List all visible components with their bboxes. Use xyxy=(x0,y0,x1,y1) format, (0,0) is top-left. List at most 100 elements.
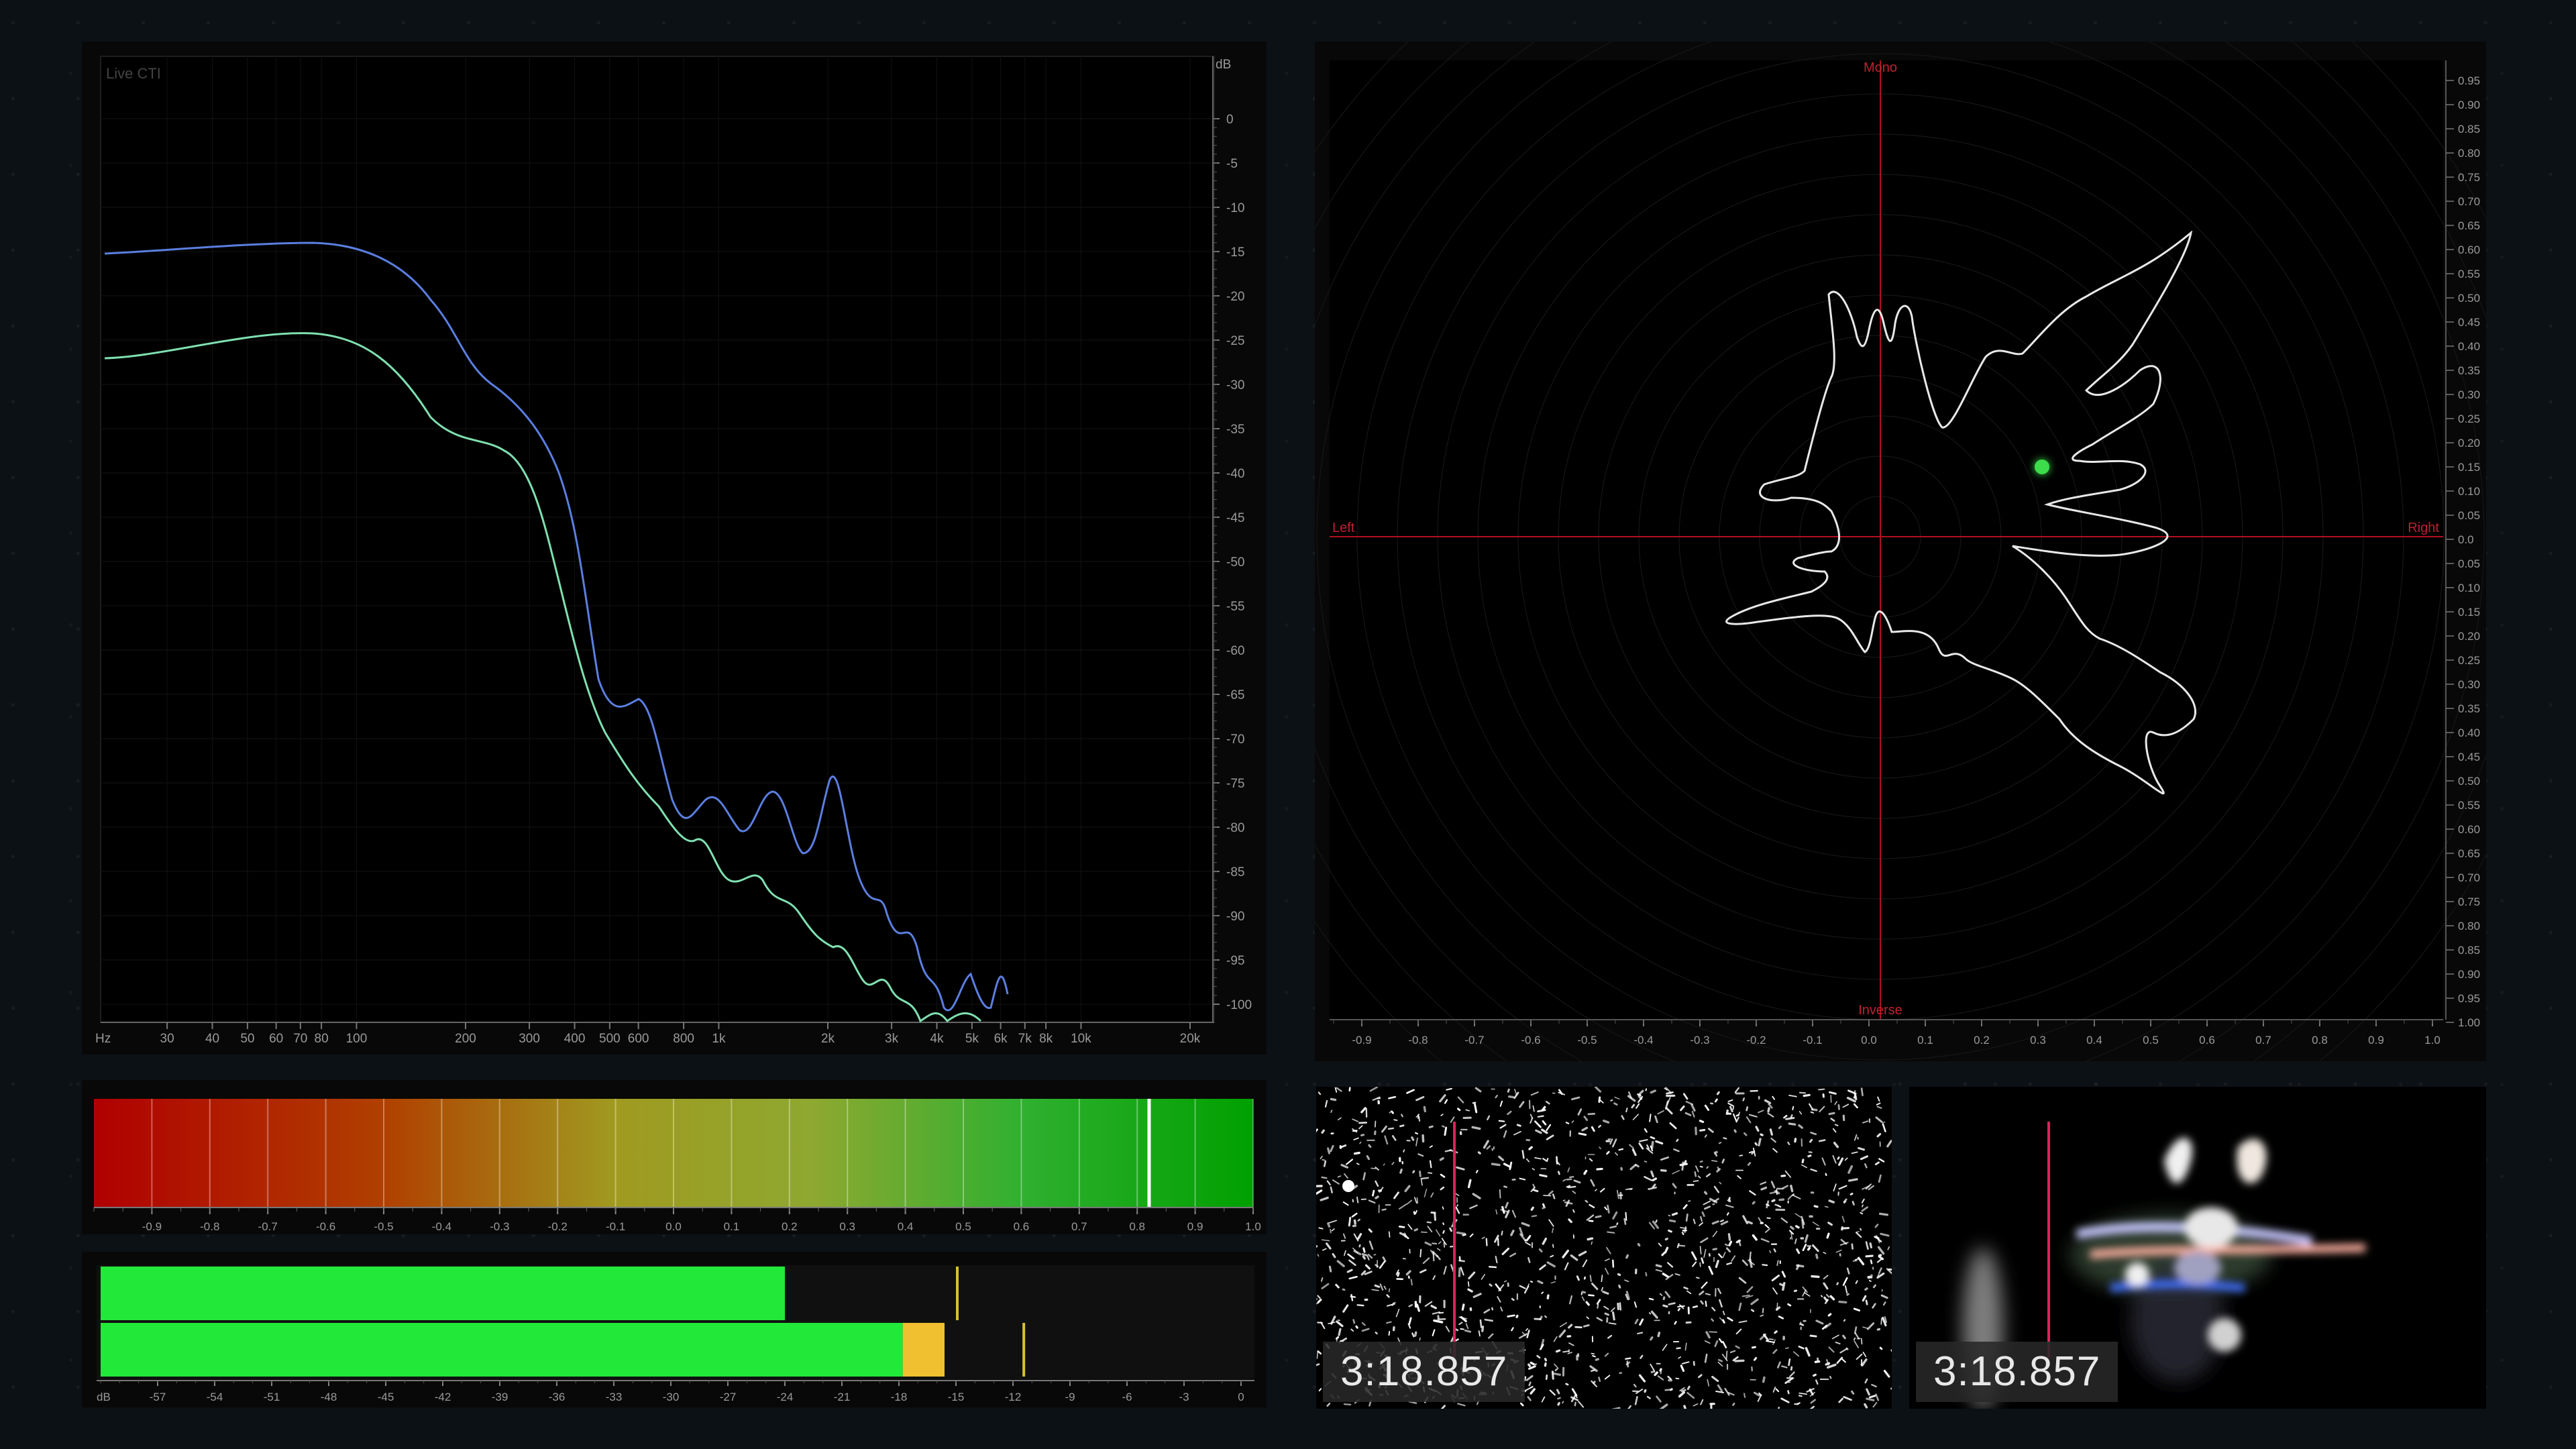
vectorscope-y-tick: 0.70 xyxy=(2458,195,2480,208)
correlation-tick: 1.0 xyxy=(1245,1220,1261,1233)
vectorscope-y-tick: 0.45 xyxy=(2458,316,2480,329)
spectrum-y-tick: -85 xyxy=(1226,865,1244,879)
spectrum-y-tick: -80 xyxy=(1226,821,1244,835)
level-meter-tick: -39 xyxy=(492,1391,508,1403)
spectrum-y-tick: -35 xyxy=(1226,423,1244,437)
spectrum-x-tick: 40 xyxy=(205,1032,219,1046)
level-meter-panel: -57 -54 -51 -48 -45 -42 -39 -36 -33 -30 -27 -24 -21-… xyxy=(82,1252,1267,1407)
correlation-tick: -0.9 xyxy=(142,1220,162,1233)
vectorscope-panel: -0.9 -0.8 -0.7 -0.6 -0.5 -0.4 -0.3 -0.2 -0.1 0.0 0… xyxy=(1315,42,2486,1061)
spectrum-y-tick: -15 xyxy=(1226,246,1244,260)
spectrum-x-tick: 50 xyxy=(240,1032,254,1046)
spectrum-y-tick: 0 xyxy=(1226,113,1234,127)
correlation-tick: 0.6 xyxy=(1014,1220,1030,1233)
vectorscope-y-tick: 0.20 xyxy=(2458,630,2480,643)
vectorscope-label-mono: Mono xyxy=(1864,60,1897,75)
level-meter-tick: -45 xyxy=(378,1391,394,1403)
spectrum-y-tick: -60 xyxy=(1226,644,1244,658)
vectorscope-y-tick: 0.50 xyxy=(2458,292,2480,305)
spectrum-y-tick: -100 xyxy=(1226,998,1252,1012)
vectorscope-y-tick: 0.35 xyxy=(2458,702,2480,715)
vectorscope-y-tick: 0.65 xyxy=(2458,219,2480,232)
vectorscope-y-tick: 0.90 xyxy=(2458,968,2480,981)
spectrum-x-tick: 600 xyxy=(628,1032,649,1046)
vectorscope-y-tick: 0.75 xyxy=(2458,896,2480,908)
vectorscope-label-left: Left xyxy=(1332,521,1355,535)
level-bar-channel-2 xyxy=(101,1323,903,1377)
vectorscope-y-tick: 0.15 xyxy=(2458,606,2480,619)
spectrum-x-tick: 500 xyxy=(599,1032,621,1046)
vectorscope: -0.9 -0.8 -0.7 -0.6 -0.5 -0.4 -0.3 -0.2 -0.1 0.0 0… xyxy=(1315,42,2486,1061)
correlation-meter: -0.9 -0.8 -0.7 -0.6 -0.5 -0.4 -0.3 -0.2 -0.1 0.0 0… xyxy=(82,1080,1267,1234)
level-meter-tick: -3 xyxy=(1179,1391,1189,1403)
level-meter-tick: -42 xyxy=(435,1391,451,1403)
correlation-tick: -0.7 xyxy=(258,1220,278,1233)
vectorscope-x-tick: 0.0 xyxy=(1861,1034,1877,1046)
spectrum-x-tick: 1k xyxy=(712,1032,726,1046)
correlation-tick: -0.8 xyxy=(200,1220,219,1233)
vectorscope-y-tick: 0.85 xyxy=(2458,944,2480,957)
correlation-tick: 0.5 xyxy=(955,1220,971,1233)
spectrum-title: Live CTI xyxy=(106,65,161,82)
spectrum-x-tick: 6k xyxy=(994,1032,1008,1046)
spectrum-x-tick: 3k xyxy=(885,1032,899,1046)
vectorscope-x-tick: 0.8 xyxy=(2312,1034,2328,1046)
vectorscope-y-tick: 0.55 xyxy=(2458,268,2480,280)
vectorscope-y-tick: 0.35 xyxy=(2458,364,2480,377)
spectrum-x-tick: 100 xyxy=(346,1032,368,1046)
level-meter-tick: -27 xyxy=(720,1391,737,1403)
vectorscope-y-tick: 0.30 xyxy=(2458,678,2480,691)
timecode-left: 3:18.857 xyxy=(1323,1342,1525,1402)
vectorscope-x-tick: 0.6 xyxy=(2199,1034,2215,1046)
video-preview-right: 3:18.857 xyxy=(1909,1087,2486,1409)
vectorscope-y-tick: 0.05 xyxy=(2458,557,2480,570)
spectrum-y-tick: -45 xyxy=(1226,511,1244,525)
spectrum-x-tick: 20k xyxy=(1180,1032,1201,1046)
spectrum-x-tick: 5k xyxy=(965,1032,979,1046)
spectrum-y-tick: -20 xyxy=(1226,290,1244,304)
spectrum-x-tick: 7k xyxy=(1018,1032,1032,1046)
correlation-tick: 0.2 xyxy=(782,1220,798,1233)
spectrum-x-tick: 200 xyxy=(455,1032,476,1046)
correlation-tick: -0.4 xyxy=(432,1220,451,1233)
correlation-marker xyxy=(1147,1099,1151,1208)
correlation-tick: 0.1 xyxy=(724,1220,740,1233)
vectorscope-x-tick: -0.6 xyxy=(1521,1034,1540,1046)
spectrum-y-tick: -50 xyxy=(1226,555,1244,570)
vectorscope-y-tick: 0.95 xyxy=(2458,992,2480,1005)
level-bar-channel-1 xyxy=(101,1267,785,1320)
vectorscope-x-tick: -0.4 xyxy=(1633,1034,1653,1046)
vectorscope-y-tick: 0.10 xyxy=(2458,485,2480,498)
video-preview-left: 3:18.857 xyxy=(1316,1087,1892,1409)
spectrum-y-tick: -25 xyxy=(1226,334,1244,348)
vectorscope-x-tick: 0.7 xyxy=(2255,1034,2271,1046)
vectorscope-y-tick: 1.00 xyxy=(2458,1016,2480,1029)
spectrum-x-tick: 60 xyxy=(269,1032,283,1046)
spectrum-y-tick: -95 xyxy=(1226,954,1244,968)
correlation-tick: -0.6 xyxy=(316,1220,335,1233)
vectorscope-y-tick: 0.30 xyxy=(2458,388,2480,401)
vectorscope-x-tick: -0.1 xyxy=(1803,1034,1822,1046)
correlation-tick: 0.0 xyxy=(665,1220,682,1233)
vectorscope-x-tick: 0.5 xyxy=(2143,1034,2159,1046)
level-meter: -57 -54 -51 -48 -45 -42 -39 -36 -33 -30 -27 -24 -21-… xyxy=(82,1252,1267,1407)
vectorscope-y-tick: 0.25 xyxy=(2458,413,2480,425)
correlation-tick: 0.7 xyxy=(1071,1220,1087,1233)
vectorscope-y-tick: 0.0 xyxy=(2458,533,2474,546)
vectorscope-y-tick: 0.65 xyxy=(2458,847,2480,860)
playhead-left xyxy=(1453,1122,1456,1358)
correlation-meter-panel: -0.9 -0.8 -0.7 -0.6 -0.5 -0.4 -0.3 -0.2 -0.1 0.0 0… xyxy=(82,1080,1267,1234)
vectorscope-y-tick: 0.90 xyxy=(2458,99,2480,111)
correlation-tick: -0.3 xyxy=(490,1220,509,1233)
correlation-tick: -0.1 xyxy=(606,1220,625,1233)
spectrum-y-tick: -65 xyxy=(1226,688,1244,702)
spectrum-x-tick: 8k xyxy=(1039,1032,1053,1046)
level-meter-tick: -12 xyxy=(1005,1391,1022,1403)
spectrum-y-tick: -70 xyxy=(1226,733,1244,747)
spectrum-y-tick: -30 xyxy=(1226,378,1244,392)
level-meter-tick: -51 xyxy=(264,1391,280,1403)
level-meter-tick: -21 xyxy=(834,1391,851,1403)
spectrum-analyzer-panel: 0 -5 -10 -15 -20 -25 -30 -35 -40 -45 -50 -55 -60 -65 -… xyxy=(82,42,1267,1055)
vectorscope-x-tick: -0.8 xyxy=(1408,1034,1428,1046)
level-meter-tick: -33 xyxy=(606,1391,623,1403)
